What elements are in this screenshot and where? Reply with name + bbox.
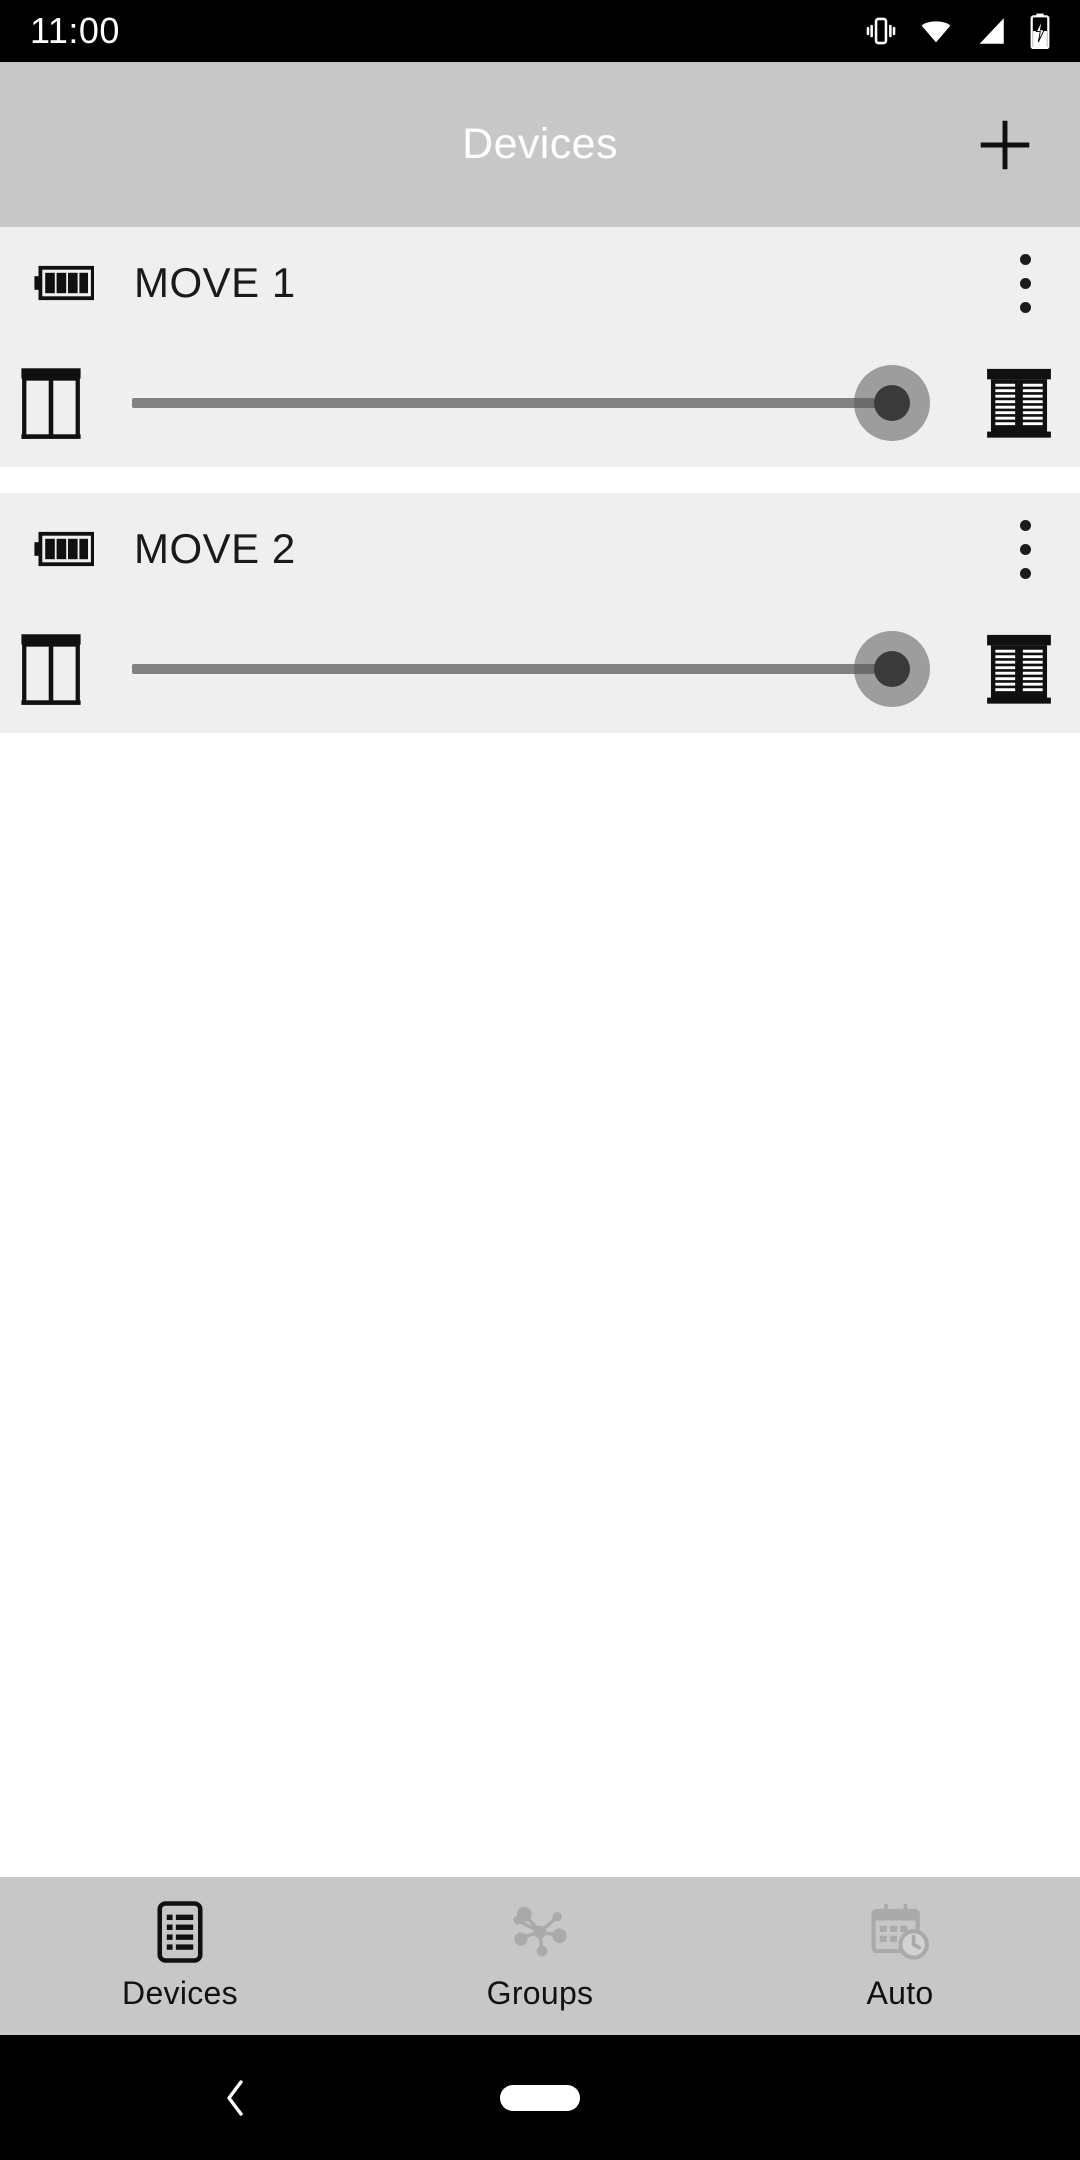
slider-thumb-core xyxy=(874,385,910,421)
tab-label-devices: Devices xyxy=(122,1974,238,2011)
device-list-icon xyxy=(157,1900,203,1963)
slider-track xyxy=(132,664,892,674)
device-card[interactable]: MOVE 1 xyxy=(0,227,1080,467)
blinds-closed-icon[interactable] xyxy=(986,632,1052,706)
phone-screen: 11:00 Devices MOVE 1 MOVE 2 Devices Grou… xyxy=(0,0,1080,2160)
system-back-button[interactable] xyxy=(200,2063,270,2133)
device-card-header: MOVE 2 xyxy=(0,493,1080,605)
system-navigation-bar xyxy=(0,2035,1080,2160)
slider-thumb-core xyxy=(874,651,910,687)
tab-label-auto: Auto xyxy=(866,1974,934,2011)
blinds-open-icon[interactable] xyxy=(18,632,84,706)
status-bar: 11:00 xyxy=(0,0,1080,62)
more-vertical-icon xyxy=(1019,519,1031,579)
status-icon-group xyxy=(864,13,1052,49)
position-slider[interactable] xyxy=(132,339,962,467)
tab-label-groups: Groups xyxy=(486,1974,594,2011)
battery-full-icon xyxy=(34,265,94,301)
node-network-icon xyxy=(513,1906,567,1956)
device-card-header: MOVE 1 xyxy=(0,227,1080,339)
plus-icon xyxy=(980,120,1030,169)
device-name: MOVE 1 xyxy=(134,259,296,306)
slider-thumb[interactable] xyxy=(854,365,930,441)
signal-icon xyxy=(979,18,1004,44)
device-card[interactable]: MOVE 2 xyxy=(0,493,1080,733)
tab-groups[interactable]: Groups xyxy=(360,1877,720,2035)
blinds-closed-icon[interactable] xyxy=(986,366,1052,440)
vibrate-icon xyxy=(866,17,896,45)
device-position-slider-row xyxy=(0,339,1080,467)
device-position-slider-row xyxy=(0,605,1080,733)
device-overflow-menu-button[interactable] xyxy=(970,227,1080,339)
wifi-icon xyxy=(921,21,951,43)
battery-full-icon xyxy=(34,531,94,567)
bottom-navigation-bar: Devices Groups Auto xyxy=(0,1877,1080,2035)
chevron-left-icon xyxy=(227,2079,243,2116)
calendar-clock-icon xyxy=(871,1903,929,1960)
position-slider[interactable] xyxy=(132,605,962,733)
slider-thumb[interactable] xyxy=(854,631,930,707)
device-overflow-menu-button[interactable] xyxy=(970,493,1080,605)
tab-auto[interactable]: Auto xyxy=(720,1877,1080,2035)
battery-charging-icon xyxy=(1030,13,1050,49)
page-title: Devices xyxy=(462,120,618,168)
system-home-button[interactable] xyxy=(500,2084,580,2111)
status-clock: 11:00 xyxy=(30,10,120,51)
more-vertical-icon xyxy=(1019,253,1031,313)
device-list: MOVE 1 MOVE 2 xyxy=(0,227,1080,759)
slider-track xyxy=(132,398,892,408)
add-device-button[interactable] xyxy=(930,62,1080,227)
app-bar: Devices xyxy=(0,62,1080,227)
device-name: MOVE 2 xyxy=(134,525,296,572)
blinds-open-icon[interactable] xyxy=(18,366,84,440)
tab-devices[interactable]: Devices xyxy=(0,1877,360,2035)
